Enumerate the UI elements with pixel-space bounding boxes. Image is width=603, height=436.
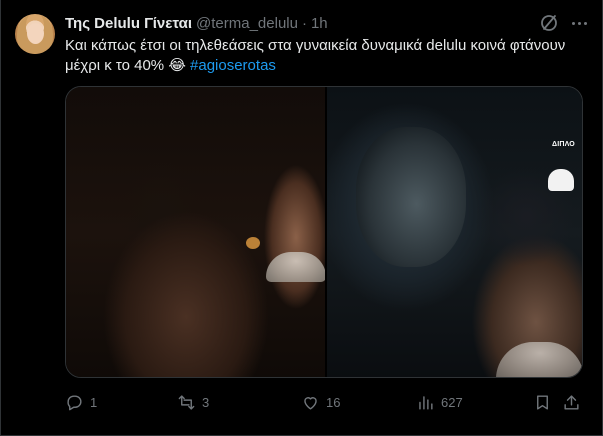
lamp-glow	[246, 237, 260, 249]
author-handle[interactable]: @terma_delulu	[196, 15, 298, 32]
tweet-text: Και κάπως έτσι οι τηλεθεάσεις στα γυναικ…	[65, 36, 585, 76]
bed-sheet-right	[496, 342, 582, 377]
media-image-right[interactable]: ΔΙΠΛΟ	[326, 87, 582, 377]
share-icon	[564, 394, 579, 410]
views-button[interactable]: 627	[416, 390, 463, 414]
media-divider	[325, 87, 327, 377]
more-icon[interactable]	[568, 13, 590, 33]
tweet-header: Της Delulu Γίνεται @terma_delulu · 1h	[65, 13, 328, 33]
avatar-face	[27, 23, 44, 44]
grok-icon[interactable]	[538, 12, 560, 34]
views-count: 627	[441, 394, 463, 410]
author-name[interactable]: Της Delulu Γίνεται	[65, 15, 192, 32]
timestamp[interactable]: 1h	[311, 15, 328, 32]
more-dot	[571, 21, 575, 25]
repost-icon	[178, 394, 195, 410]
reply-count: 1	[90, 394, 98, 410]
more-dot	[583, 21, 587, 25]
hashtag-link[interactable]: #agioserotas	[190, 57, 276, 74]
repost-count: 3	[202, 394, 210, 410]
avatar[interactable]	[15, 14, 55, 54]
reply-button[interactable]: 1	[65, 390, 97, 414]
media-image-left[interactable]	[66, 87, 326, 377]
repost-button[interactable]: 3	[177, 390, 209, 414]
bookmark-icon	[537, 394, 548, 410]
reply-icon	[67, 394, 82, 410]
face-closeup	[356, 127, 466, 267]
like-icon	[304, 396, 317, 410]
channel-watermark: ΔΙΠΛΟ	[552, 141, 575, 148]
cap-shape	[548, 169, 574, 191]
bookmark-button[interactable]	[533, 390, 552, 414]
share-button[interactable]	[562, 390, 581, 414]
tweet[interactable]: Της Delulu Γίνεται @terma_delulu · 1h Κα…	[0, 0, 603, 436]
like-button[interactable]: 16	[301, 390, 340, 414]
views-icon	[419, 395, 433, 410]
like-count: 16	[326, 394, 341, 410]
tweet-body: Και κάπως έτσι οι τηλεθεάσεις στα γυναικ…	[65, 37, 566, 74]
time-separator: ·	[301, 14, 307, 32]
more-dot	[577, 21, 581, 25]
action-bar: 1 3 16 627	[65, 390, 583, 414]
bed-sheet	[266, 252, 326, 282]
media-grid[interactable]: ΔΙΠΛΟ	[65, 86, 583, 378]
